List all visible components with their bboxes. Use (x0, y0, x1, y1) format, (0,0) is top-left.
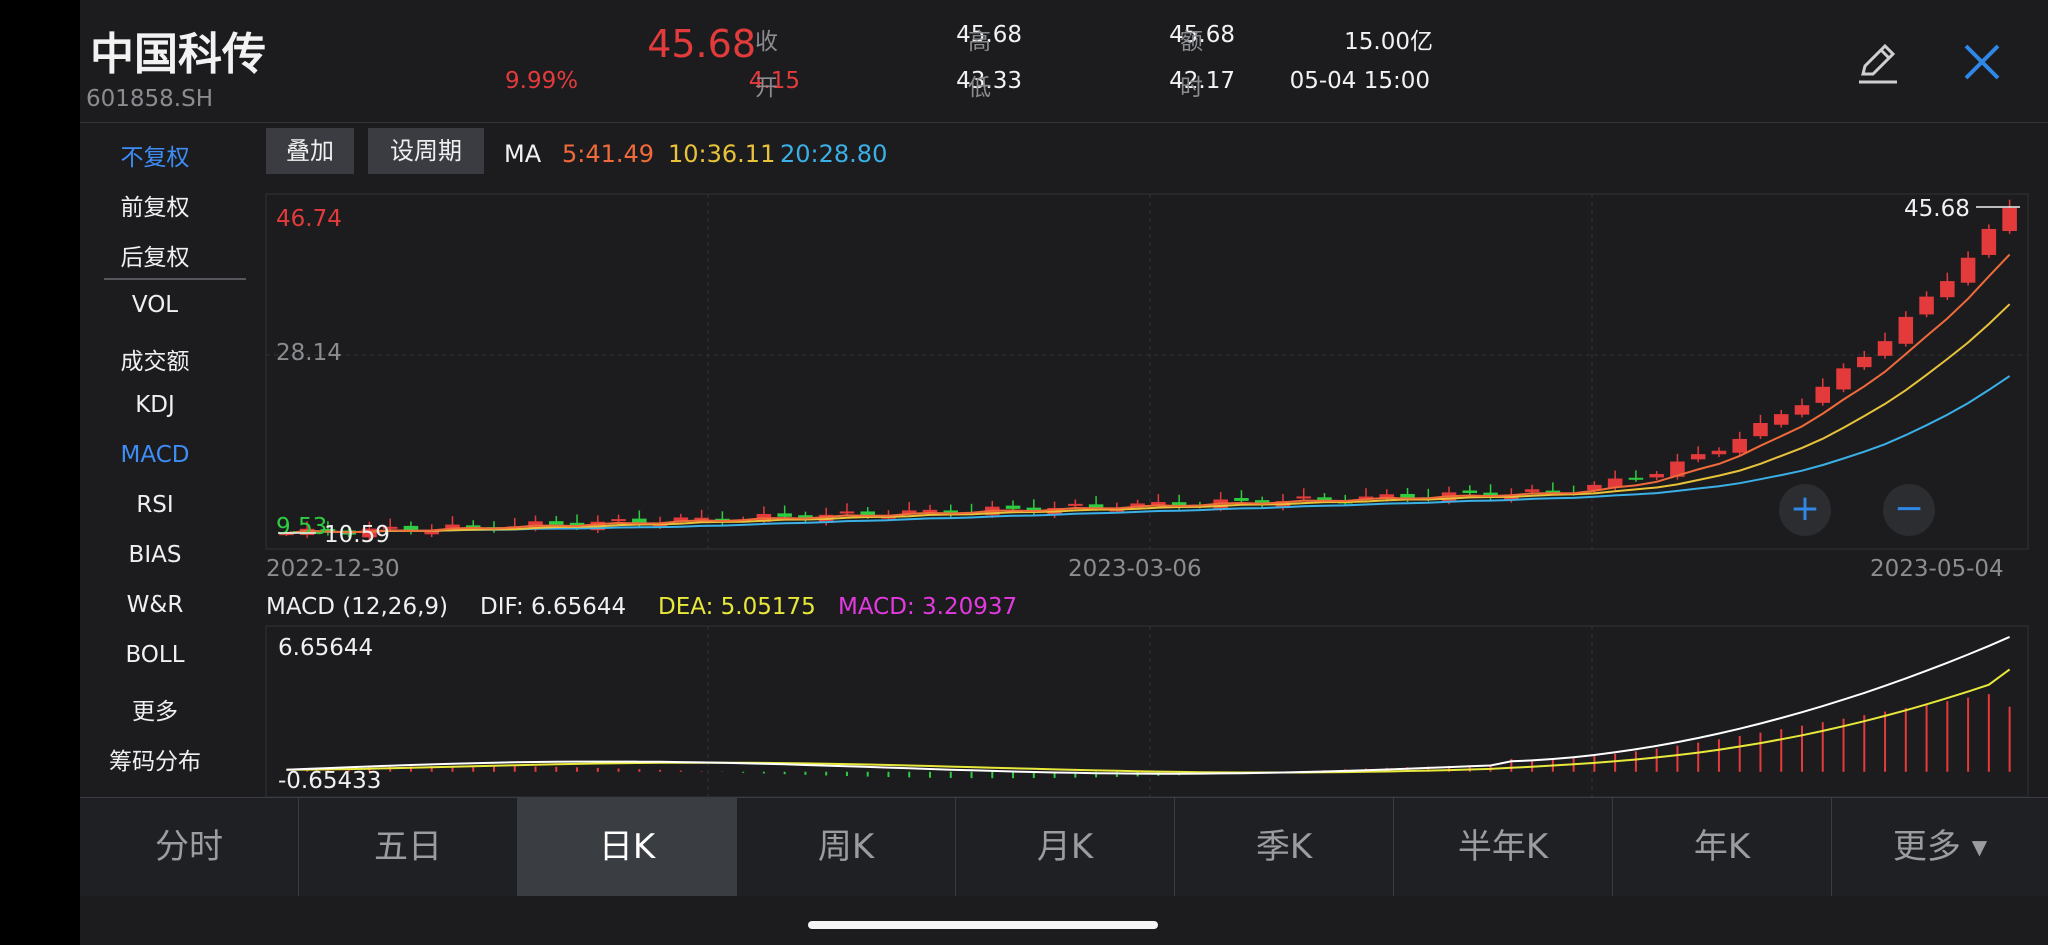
candle-body (777, 513, 792, 517)
dea-value: DEA: 5.05175 (658, 594, 816, 620)
tab-daily-k[interactable]: 日K (518, 798, 737, 896)
dif-line (286, 635, 2010, 775)
candle-body (1296, 496, 1311, 499)
candle-body (1981, 228, 1997, 255)
period-tabbar: 分时 五日 日K 周K 月K 季K 半年K 年K 更多 ▼ (80, 797, 2048, 896)
tab-more[interactable]: 更多 ▼ (1832, 798, 2048, 896)
candle-body (1753, 423, 1768, 437)
candle-body (922, 509, 938, 513)
ma5-line (286, 253, 2011, 535)
ma20-line (286, 375, 2011, 535)
chevron-down-icon: ▼ (1971, 835, 1988, 859)
candle-body (1711, 450, 1727, 455)
macd-title[interactable]: MACD (12,26,9) (266, 594, 448, 620)
last-price-marker: 45.68 (1904, 196, 1970, 222)
zoom-out-button[interactable]: − (1883, 484, 1935, 536)
main-chart-frame (265, 193, 2029, 550)
candle-body (1649, 473, 1664, 478)
macd-value: MACD: 3.20937 (838, 594, 1018, 620)
macd-y-min-label: -0.65433 (278, 768, 381, 794)
y-max-label: 46.74 (276, 206, 342, 232)
tab-five-day[interactable]: 五日 (299, 798, 518, 896)
candle-body (2002, 207, 2017, 232)
candlestick-series (279, 199, 2017, 541)
candle-body (1940, 281, 1955, 298)
candle-body (1794, 405, 1810, 415)
tab-yearly-k[interactable]: 年K (1613, 798, 1832, 896)
tab-weekly-k[interactable]: 周K (737, 798, 956, 896)
dea-line (286, 668, 2011, 774)
candle-body (1005, 505, 1021, 509)
candle-body (1462, 490, 1478, 493)
candle-body (1068, 503, 1083, 506)
date-label-mid: 2023-03-06 (1068, 556, 1202, 582)
kline-screen: 中国科传 601858.SH 45.68 9.99% 4.15 收 45.68 … (80, 0, 2048, 945)
candle-body (1690, 454, 1706, 460)
candle-body (1732, 438, 1747, 453)
date-label-start: 2022-12-30 (266, 556, 400, 582)
candle-body (1960, 257, 1976, 283)
candle-body (1877, 341, 1893, 356)
tab-more-label: 更多 (1892, 827, 1961, 867)
candle-body (1836, 368, 1851, 390)
candle-body (1898, 316, 1914, 344)
candle-body (1919, 296, 1934, 315)
kline-chart-area[interactable]: 46.74 28.14 9.53 10.59 45.68 6.65644 -0.… (80, 0, 2048, 797)
date-label-end: 2023-05-04 (1870, 556, 2004, 582)
home-indicator[interactable] (808, 921, 1158, 929)
tab-intraday[interactable]: 分时 (80, 798, 299, 896)
tab-monthly-k[interactable]: 月K (956, 798, 1175, 896)
candle-body (1773, 414, 1789, 425)
candle-body (1628, 477, 1644, 480)
candle-body (1524, 489, 1540, 492)
candle-body (549, 521, 564, 525)
y-mid-label: 28.14 (276, 340, 342, 366)
tab-half-year-k[interactable]: 半年K (1394, 798, 1613, 896)
candle-body (611, 519, 626, 522)
ma10-line (286, 303, 2011, 535)
candle-body (1857, 356, 1872, 368)
zoom-in-button[interactable]: + (1779, 484, 1831, 536)
dif-value: DIF: 6.65644 (480, 594, 627, 620)
candle-body (1234, 498, 1249, 501)
macd-histogram (306, 694, 2011, 779)
macd-y-max-label: 6.65644 (278, 635, 373, 661)
low-price-marker: 10.59 (324, 522, 390, 548)
tab-quarterly-k[interactable]: 季K (1175, 798, 1394, 896)
candle-body (1815, 386, 1831, 403)
y-min-label: 9.53 (276, 514, 327, 540)
candle-body (839, 511, 855, 514)
